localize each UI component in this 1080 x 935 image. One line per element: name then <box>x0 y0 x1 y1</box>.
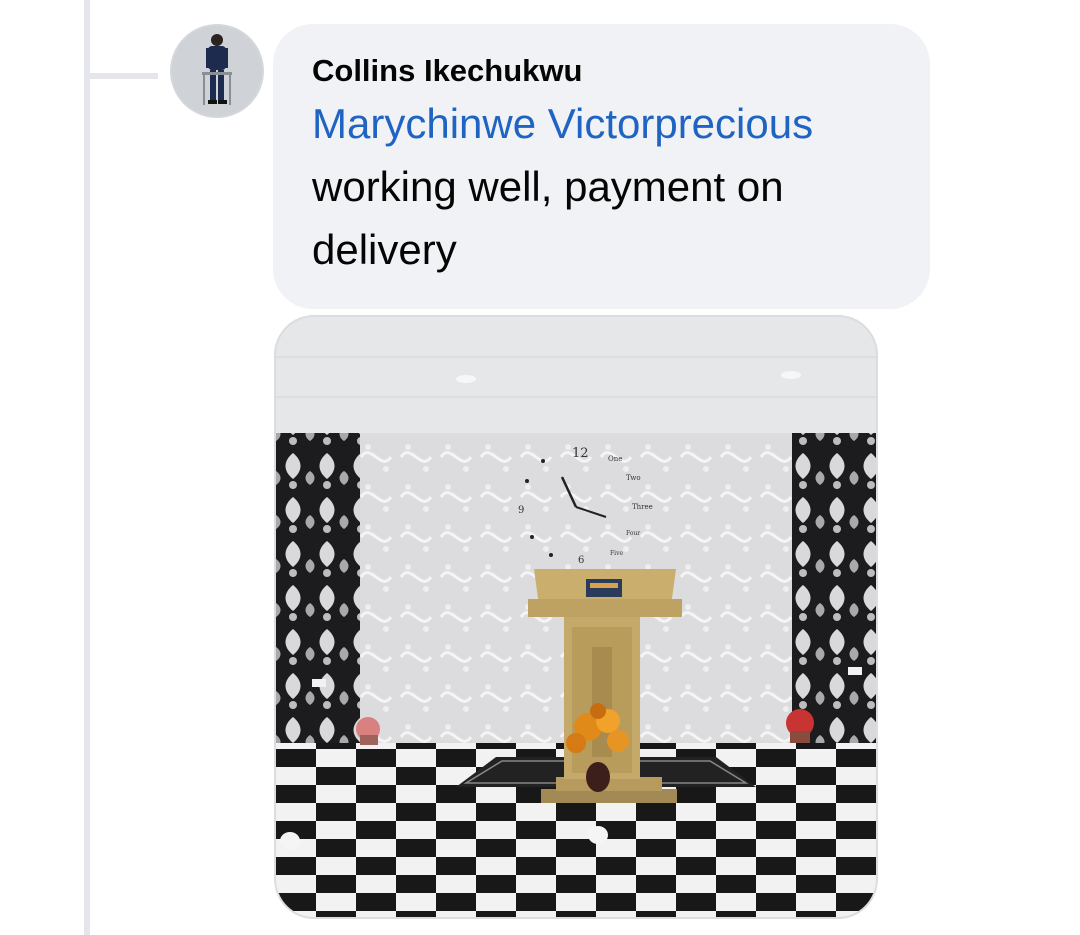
clock-label: 12 <box>572 446 589 461</box>
avatar[interactable] <box>170 24 264 118</box>
clock-label: Two <box>626 474 641 482</box>
comment-photo[interactable]: 12 One Two Three Four Five 6 9 <box>274 315 878 919</box>
photo-scene: 12 One Two Three Four Five 6 9 <box>276 317 876 917</box>
clock-label: One <box>608 455 622 463</box>
comment-author[interactable]: Collins Ikechukwu <box>312 50 900 92</box>
clock-label: Three <box>632 503 653 511</box>
thread-connector-line <box>84 0 90 935</box>
clock-label: Four <box>626 530 640 537</box>
clock-label: Five <box>610 550 623 557</box>
avatar-picture <box>172 26 262 116</box>
mention-link[interactable]: Marychinwe Victorprecious <box>312 92 900 155</box>
clock-label: 6 <box>578 555 584 566</box>
thread-connector-branch <box>90 73 158 79</box>
comment-body: Marychinwe Victorprecious working well, … <box>312 92 900 281</box>
comment-bubble: Collins Ikechukwu Marychinwe Victorpreci… <box>273 24 930 309</box>
comment-text: working well, payment on delivery <box>312 163 784 273</box>
clock-label: 9 <box>518 505 524 516</box>
